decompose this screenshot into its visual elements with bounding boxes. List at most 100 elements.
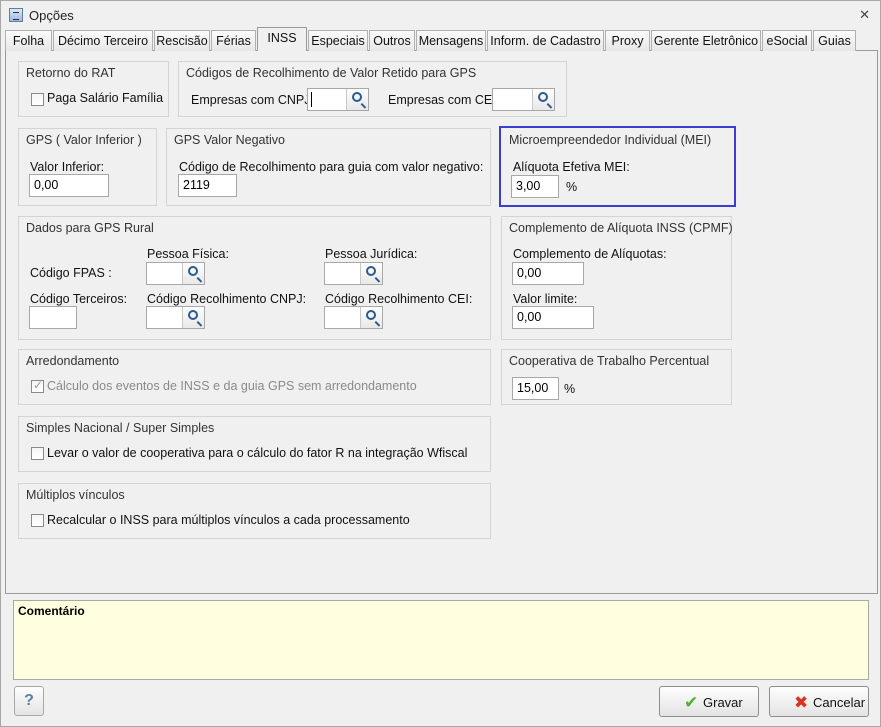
valor-inferior-input[interactable]: 0,00 <box>29 174 109 197</box>
arredondamento-title: Arredondamento <box>26 354 120 368</box>
retorno-rat-title: Retorno do RAT <box>26 66 116 80</box>
text-caret <box>311 92 312 107</box>
check-icon: ✔ <box>684 693 699 712</box>
multiplos-vinculos-group: Múltiplos vínculos Recalcular o INSS par… <box>18 483 491 539</box>
gps-rural-group: Dados para GPS Rural Pessoa Física: Pess… <box>18 216 491 340</box>
gps-valor-inferior-title: GPS ( Valor Inferior ) <box>26 133 142 147</box>
tab-esocial[interactable]: eSocial <box>762 30 812 51</box>
cpmf-title: Complemento de Alíquota INSS (CPMF) <box>509 221 733 235</box>
tab-inform-cadastro[interactable]: Inform. de Cadastro <box>487 30 604 51</box>
arredondamento-label: Cálculo dos eventos de INSS e da guia GP… <box>47 379 417 393</box>
simples-nacional-title: Simples Nacional / Super Simples <box>26 421 215 435</box>
simples-nacional-checkbox[interactable] <box>31 447 44 460</box>
tab-decimo-terceiro[interactable]: Décimo Terceiro <box>53 30 153 51</box>
window-title: Opções <box>29 8 74 23</box>
cancel-button[interactable]: ✖ Cancelar <box>769 686 869 717</box>
empresas-cei-label: Empresas com CEI: <box>388 93 500 107</box>
complemento-aliquotas-label: Complemento de Alíquotas: <box>513 247 667 261</box>
tab-strip: Folha Décimo Terceiro Rescisão Férias IN… <box>5 27 878 52</box>
tab-especiais[interactable]: Especiais <box>308 30 368 51</box>
valor-limite-label: Valor limite: <box>513 292 578 306</box>
tab-folha[interactable]: Folha <box>5 30 52 51</box>
cooperativa-unit: % <box>564 382 576 396</box>
aliquota-mei-label: Alíquota Efetiva MEI: <box>513 160 630 174</box>
close-icon[interactable]: ✕ <box>859 7 870 23</box>
aliquota-mei-input[interactable]: 3,00 <box>511 175 559 198</box>
comment-area[interactable]: Comentário <box>13 600 869 680</box>
cooperativa-title: Cooperativa de Trabalho Percentual <box>509 354 710 368</box>
pessoa-fisica-label: Pessoa Física: <box>147 247 229 261</box>
tab-mensagens[interactable]: Mensagens <box>416 30 486 51</box>
gps-rural-title: Dados para GPS Rural <box>26 221 154 235</box>
tab-guias[interactable]: Guias <box>813 30 856 51</box>
multiplos-vinculos-title: Múltiplos vínculos <box>26 488 125 502</box>
paga-salario-familia-label: Paga Salário Família <box>47 91 164 105</box>
cooperativa-group: Cooperativa de Trabalho Percentual 15,00… <box>501 349 732 405</box>
valor-inferior-label: Valor Inferior: <box>30 160 105 174</box>
multiplos-vinculos-checkbox[interactable] <box>31 514 44 527</box>
search-icon <box>366 266 376 276</box>
codigo-fpas-label: Código FPAS : <box>30 266 112 280</box>
paga-salario-familia-checkbox[interactable] <box>31 93 44 106</box>
tab-proxy[interactable]: Proxy <box>605 30 650 51</box>
tab-ferias[interactable]: Férias <box>211 30 256 51</box>
pessoa-juridica-label: Pessoa Jurídica: <box>325 247 418 261</box>
tab-rescisao[interactable]: Rescisão <box>154 30 210 51</box>
tab-gerente-eletronico[interactable]: Gerente Eletrônico <box>651 30 761 51</box>
options-window: Opções ✕ Folha Décimo Terceiro Rescisão … <box>0 0 881 727</box>
mei-title: Microempreendedor Individual (MEI) <box>509 133 712 147</box>
complemento-aliquotas-input[interactable]: 0,00 <box>512 262 584 285</box>
empresas-cei-search-button[interactable] <box>532 89 554 110</box>
search-icon <box>538 92 548 102</box>
multiplos-vinculos-label: Recalcular o INSS para múltiplos vínculo… <box>47 513 410 527</box>
cancel-button-label: Cancelar <box>813 695 866 710</box>
save-button-label: Gravar <box>703 695 743 710</box>
fpas-pessoa-juridica-search-button[interactable] <box>360 263 382 284</box>
fpas-pessoa-fisica-lookup[interactable] <box>146 262 205 285</box>
empresas-cnpj-label: Empresas com CNPJ: <box>191 93 314 107</box>
codigos-recolhimento-title: Códigos de Recolhimento de Valor Retido … <box>186 66 477 80</box>
save-button[interactable]: ✔ Gravar <box>659 686 759 717</box>
recolhimento-cei-label: Código Recolhimento CEI: <box>325 292 473 306</box>
codigo-valor-negativo-input[interactable]: 2119 <box>178 174 237 197</box>
recolhimento-cnpj-search-button[interactable] <box>182 307 204 328</box>
aliquota-mei-unit: % <box>566 180 578 194</box>
valor-limite-input[interactable]: 0,00 <box>512 306 594 329</box>
tab-inss[interactable]: INSS <box>257 27 307 52</box>
cooperativa-input[interactable]: 15,00 <box>512 377 559 400</box>
gps-valor-inferior-group: GPS ( Valor Inferior ) Valor Inferior: 0… <box>18 128 157 206</box>
tab-outros[interactable]: Outros <box>369 30 415 51</box>
help-button[interactable]: ? <box>14 686 44 716</box>
retorno-rat-group: Retorno do RAT Paga Salário Família <box>18 61 169 117</box>
help-icon: ? <box>24 692 34 709</box>
gps-valor-negativo-group: GPS Valor Negativo Código de Recolhiment… <box>166 128 491 206</box>
search-icon <box>188 266 198 276</box>
codigos-recolhimento-group: Códigos de Recolhimento de Valor Retido … <box>178 61 567 117</box>
search-icon <box>352 92 362 102</box>
fpas-pessoa-juridica-lookup[interactable] <box>324 262 383 285</box>
empresas-cnpj-search-button[interactable] <box>346 89 368 110</box>
simples-nacional-label: Levar o valor de cooperativa para o cálc… <box>47 446 468 460</box>
comment-title: Comentário <box>18 604 85 618</box>
arredondamento-group: Arredondamento Cálculo dos eventos de IN… <box>18 349 491 405</box>
empresas-cei-lookup[interactable] <box>492 88 555 111</box>
title-bar: Opções ✕ <box>1 1 880 29</box>
codigo-valor-negativo-label: Código de Recolhimento para guia com val… <box>179 160 484 174</box>
recolhimento-cnpj-lookup[interactable] <box>146 306 205 329</box>
search-icon <box>366 310 376 320</box>
cpmf-group: Complemento de Alíquota INSS (CPMF) Comp… <box>501 216 733 340</box>
fpas-pessoa-fisica-search-button[interactable] <box>182 263 204 284</box>
recolhimento-cei-lookup[interactable] <box>324 306 383 329</box>
empresas-cnpj-lookup[interactable] <box>307 88 369 111</box>
simples-nacional-group: Simples Nacional / Super Simples Levar o… <box>18 416 491 472</box>
recolhimento-cnpj-label: Código Recolhimento CNPJ: <box>147 292 307 306</box>
codigo-terceiros-label: Código Terceiros: <box>30 292 128 306</box>
search-icon <box>188 310 198 320</box>
arredondamento-checkbox[interactable] <box>31 378 44 393</box>
recolhimento-cei-search-button[interactable] <box>360 307 382 328</box>
gps-valor-negativo-title: GPS Valor Negativo <box>174 133 285 147</box>
codigo-terceiros-input[interactable] <box>29 306 77 329</box>
x-icon: ✖ <box>794 693 809 712</box>
app-icon <box>9 8 23 22</box>
mei-group: Microempreendedor Individual (MEI) Alíqu… <box>499 126 736 207</box>
